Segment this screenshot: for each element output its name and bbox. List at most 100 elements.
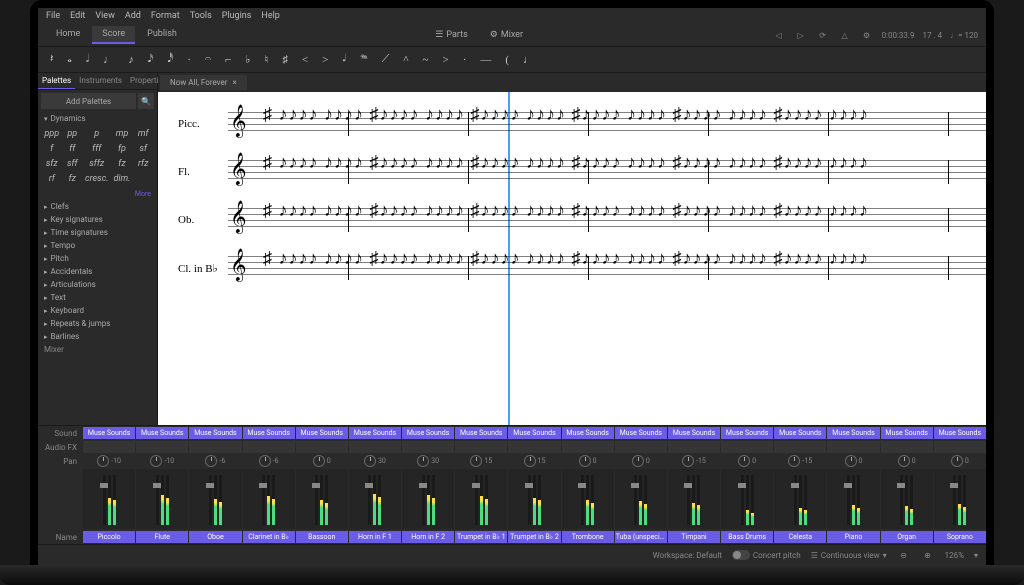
pan-knob-icon[interactable] [632,455,644,467]
channel-name-13[interactable]: Celesta [774,531,826,543]
menu-help[interactable]: Help [261,11,279,21]
note-tool-8[interactable]: 𝄐 [201,51,215,68]
channel-name-12[interactable]: Bass Drums [721,531,773,543]
pan-knob-icon[interactable] [845,455,857,467]
pan-6[interactable]: 30 [402,455,454,467]
sound-slot-4[interactable]: Muse Sounds [296,427,348,439]
search-icon[interactable]: 🔍 [138,93,154,109]
fx-slot-6[interactable] [402,441,454,453]
metronome-icon[interactable]: △ [838,28,852,42]
channel-name-1[interactable]: Flute [136,531,188,543]
dynamic-fp[interactable]: fp [111,142,132,156]
fx-slot-14[interactable] [827,441,879,453]
note-tool-15[interactable]: 𝆺𝅥 [338,51,350,68]
fader-4[interactable] [296,469,348,529]
dynamic-fff[interactable]: fff [83,142,110,156]
menu-view[interactable]: View [95,11,114,21]
fader-6[interactable] [402,469,454,529]
pan-knob-icon[interactable] [682,455,694,467]
fx-slot-9[interactable] [562,441,614,453]
fx-slot-15[interactable] [881,441,933,453]
zoom-out-icon[interactable]: ⊖ [897,548,911,562]
note-tool-0[interactable]: 𝄽 [46,51,57,68]
fader-11[interactable] [668,469,720,529]
sound-slot-14[interactable]: Muse Sounds [827,427,879,439]
menu-plugins[interactable]: Plugins [222,11,252,21]
sound-slot-11[interactable]: Muse Sounds [668,427,720,439]
pan-knob-icon[interactable] [364,455,376,467]
fader-7[interactable] [455,469,507,529]
note-tool-9[interactable]: ⌐ [221,52,235,68]
dynamic-sff[interactable]: sff [63,157,83,171]
pan-knob-icon[interactable] [259,455,271,467]
fx-slot-0[interactable] [83,441,135,453]
sound-slot-7[interactable]: Muse Sounds [455,427,507,439]
dynamic-sf[interactable]: sf [133,142,153,156]
view-mode-selector[interactable]: ☰Continuous view▾ [811,551,887,560]
note-tool-23[interactable]: ( [501,52,513,68]
channel-name-0[interactable]: Piccolo [83,531,135,543]
pan-0[interactable]: -10 [83,455,135,467]
dynamic-sffz[interactable]: sffz [83,157,110,171]
channel-name-11[interactable]: Timpani [668,531,720,543]
pan-knob-icon[interactable] [788,455,800,467]
dynamic-pp[interactable]: pp [63,127,83,141]
note-tool-20[interactable]: > [438,52,452,68]
fader-16[interactable] [934,469,986,529]
dynamics-more[interactable]: More [38,188,157,200]
palette-tempo[interactable]: Tempo [38,239,157,252]
sound-slot-16[interactable]: Muse Sounds [934,427,986,439]
note-tool-22[interactable]: — [476,52,495,68]
pan-10[interactable]: 0 [615,455,667,467]
dynamic-rfz[interactable]: rfz [133,157,153,171]
sound-slot-2[interactable]: Muse Sounds [189,427,241,439]
sound-slot-3[interactable]: Muse Sounds [243,427,295,439]
tab-publish[interactable]: Publish [137,26,187,44]
note-tool-13[interactable]: < [298,52,312,68]
dynamic-dim.[interactable]: dim. [111,172,132,186]
palette-key-signatures[interactable]: Key signatures [38,213,157,226]
pan-3[interactable]: -6 [243,455,295,467]
pan-knob-icon[interactable] [951,455,963,467]
note-tool-7[interactable]: · [183,52,195,68]
dynamic-sfz[interactable]: sfz [42,157,62,171]
sound-slot-13[interactable]: Muse Sounds [774,427,826,439]
parts-button[interactable]: ☰Parts [427,28,475,42]
pan-8[interactable]: 15 [508,455,560,467]
note-tool-12[interactable]: ♯ [278,52,292,68]
palette-dynamics[interactable]: Dynamics [38,112,157,125]
channel-name-7[interactable]: Trumpet in B♭ 1 [455,531,507,543]
pan-1[interactable]: -10 [136,455,188,467]
settings-icon[interactable]: ⚙ [860,28,874,42]
fader-1[interactable] [136,469,188,529]
fader-5[interactable] [349,469,401,529]
dynamic-ppp[interactable]: ppp [42,127,62,141]
tab-home[interactable]: Home [46,26,90,44]
note-tool-21[interactable]: · [459,52,471,68]
dynamic-cresc.[interactable]: cresc. [83,172,110,186]
fx-slot-13[interactable] [774,441,826,453]
channel-name-16[interactable]: Soprano [934,531,986,543]
pan-knob-icon[interactable] [205,455,217,467]
note-tool-17[interactable]: ⟋ [378,51,394,68]
channel-name-15[interactable]: Organ [881,531,933,543]
fader-13[interactable] [774,469,826,529]
workspace-selector[interactable]: Workspace: Default [653,551,722,560]
panel-tab-instruments[interactable]: Instruments [75,73,126,89]
pan-knob-icon[interactable] [470,455,482,467]
palette-articulations[interactable]: Articulations [38,278,157,291]
pan-11[interactable]: -15 [668,455,720,467]
fader-14[interactable] [827,469,879,529]
channel-name-8[interactable]: Trumpet in B♭ 2 [508,531,560,543]
palette-accidentals[interactable]: Accidentals [38,265,157,278]
sound-slot-12[interactable]: Muse Sounds [721,427,773,439]
close-icon[interactable]: × [232,78,236,87]
playback-tempo[interactable]: ♩= 120 [950,31,978,40]
dynamic-fz[interactable]: fz [63,172,83,186]
sound-slot-1[interactable]: Muse Sounds [136,427,188,439]
sound-slot-0[interactable]: Muse Sounds [83,427,135,439]
fx-slot-2[interactable] [189,441,241,453]
notes[interactable]: ♯ ♪♪♪♪ ♪♪♪♪ ♯♪♪♪♪ ♪♪♪♪ ♯♪♪♪♪ ♪♪♪♪ ♯♪♪♪♪ … [263,248,986,288]
dynamic-rf[interactable]: rf [42,172,62,186]
concert-pitch-toggle[interactable]: Concert pitch [732,550,801,560]
